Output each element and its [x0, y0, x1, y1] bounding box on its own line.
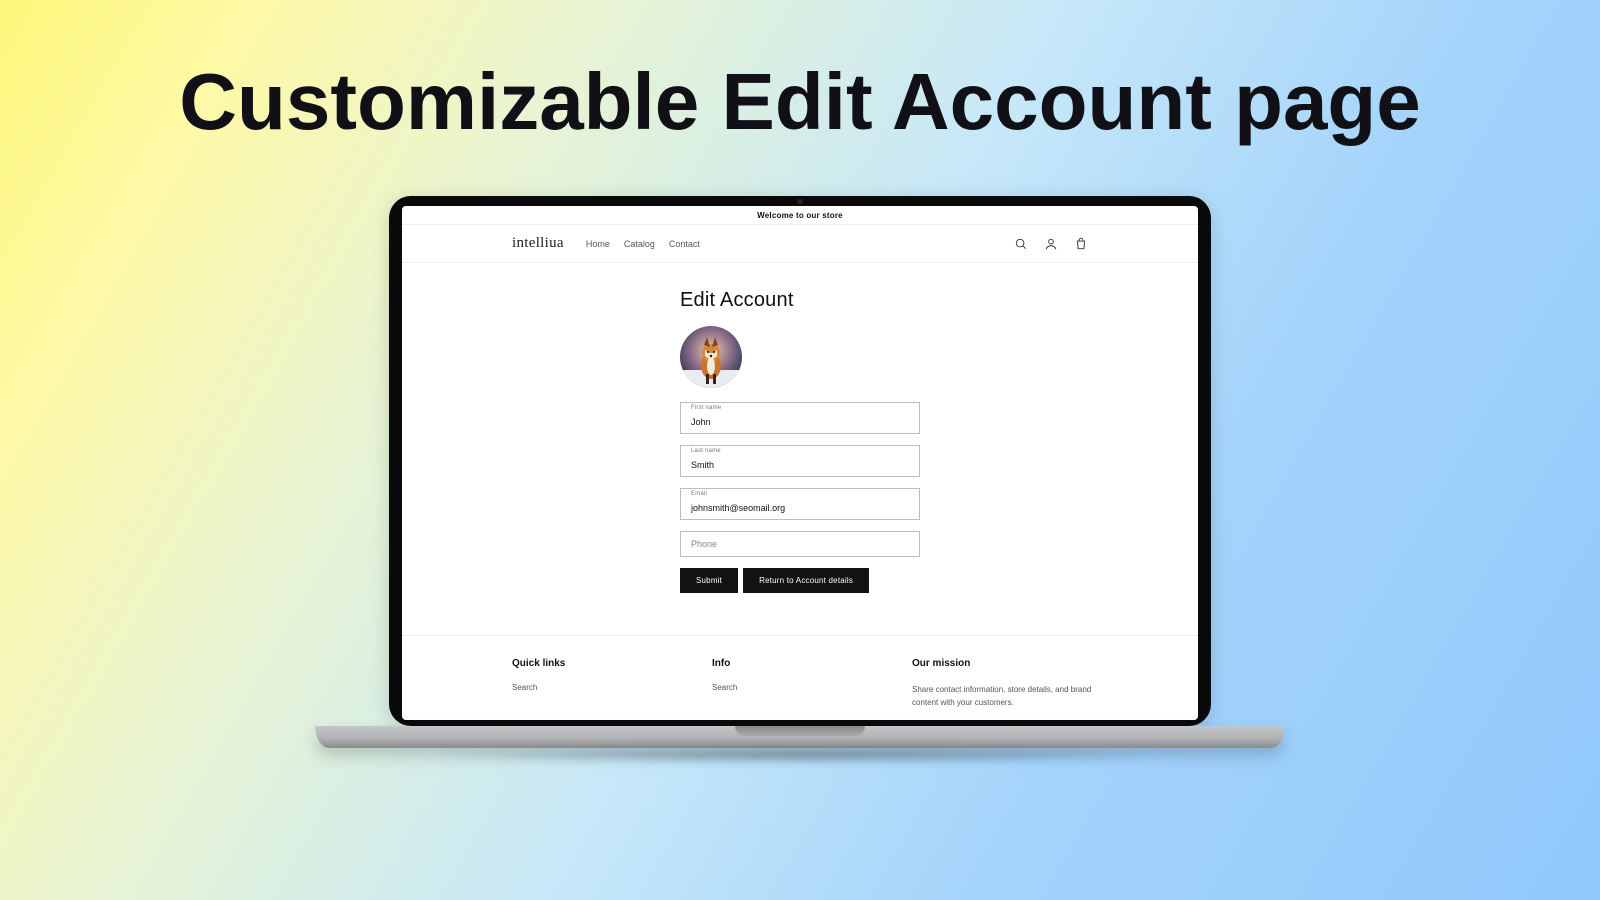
footer-mission-text: Share contact information, store details… — [912, 683, 1102, 710]
footer-title-quick-links: Quick links — [512, 658, 632, 669]
laptop-mockup: Welcome to our store intelliua Home Cata… — [315, 196, 1285, 764]
laptop-screen: Welcome to our store intelliua Home Cata… — [402, 206, 1198, 720]
nav-contact[interactable]: Contact — [669, 239, 700, 249]
phone-field[interactable] — [680, 531, 920, 557]
footer-link-search-1[interactable]: Search — [512, 683, 632, 692]
footer-col-mission: Our mission Share contact information, s… — [912, 658, 1102, 710]
footer-col-quick-links: Quick links Search — [512, 658, 632, 710]
footer-title-mission: Our mission — [912, 658, 1102, 669]
announcement-bar: Welcome to our store — [402, 206, 1198, 225]
avatar-image — [680, 326, 742, 388]
account-icon[interactable] — [1044, 237, 1058, 251]
laptop-camera — [798, 199, 803, 204]
email-label: Email — [691, 491, 909, 497]
nav-home[interactable]: Home — [586, 239, 610, 249]
footer-col-info: Info Search — [712, 658, 832, 710]
laptop-notch — [735, 726, 865, 736]
form-actions: Submit Return to Account details — [680, 568, 920, 593]
header-icons — [1014, 237, 1088, 251]
footer-link-search-2[interactable]: Search — [712, 683, 832, 692]
last-name-label: Last name — [691, 448, 909, 454]
search-icon[interactable] — [1014, 237, 1028, 251]
promo-headline: Customizable Edit Account page — [0, 56, 1600, 148]
first-name-field[interactable]: First name — [680, 402, 920, 434]
phone-input[interactable] — [691, 539, 909, 549]
page-main: Edit Account — [402, 263, 1198, 635]
site-footer: Quick links Search Info Search Our missi… — [402, 635, 1198, 720]
edit-account-form: Edit Account — [680, 289, 920, 593]
laptop-base — [315, 726, 1285, 748]
return-button[interactable]: Return to Account details — [743, 568, 869, 593]
brand-logo[interactable]: intelliua — [512, 235, 564, 252]
avatar[interactable] — [680, 326, 742, 388]
footer-title-info: Info — [712, 658, 832, 669]
last-name-input[interactable] — [691, 460, 909, 470]
main-nav: Home Catalog Contact — [586, 239, 700, 249]
nav-catalog[interactable]: Catalog — [624, 239, 655, 249]
last-name-field[interactable]: Last name — [680, 445, 920, 477]
email-field[interactable]: Email — [680, 488, 920, 520]
site-header: intelliua Home Catalog Contact — [402, 225, 1198, 263]
laptop-shadow — [420, 746, 1180, 764]
first-name-label: First name — [691, 405, 909, 411]
first-name-input[interactable] — [691, 417, 909, 427]
page-title: Edit Account — [680, 289, 920, 312]
laptop-bezel: Welcome to our store intelliua Home Cata… — [389, 196, 1211, 726]
submit-button[interactable]: Submit — [680, 568, 738, 593]
email-input[interactable] — [691, 503, 909, 513]
cart-icon[interactable] — [1074, 237, 1088, 251]
